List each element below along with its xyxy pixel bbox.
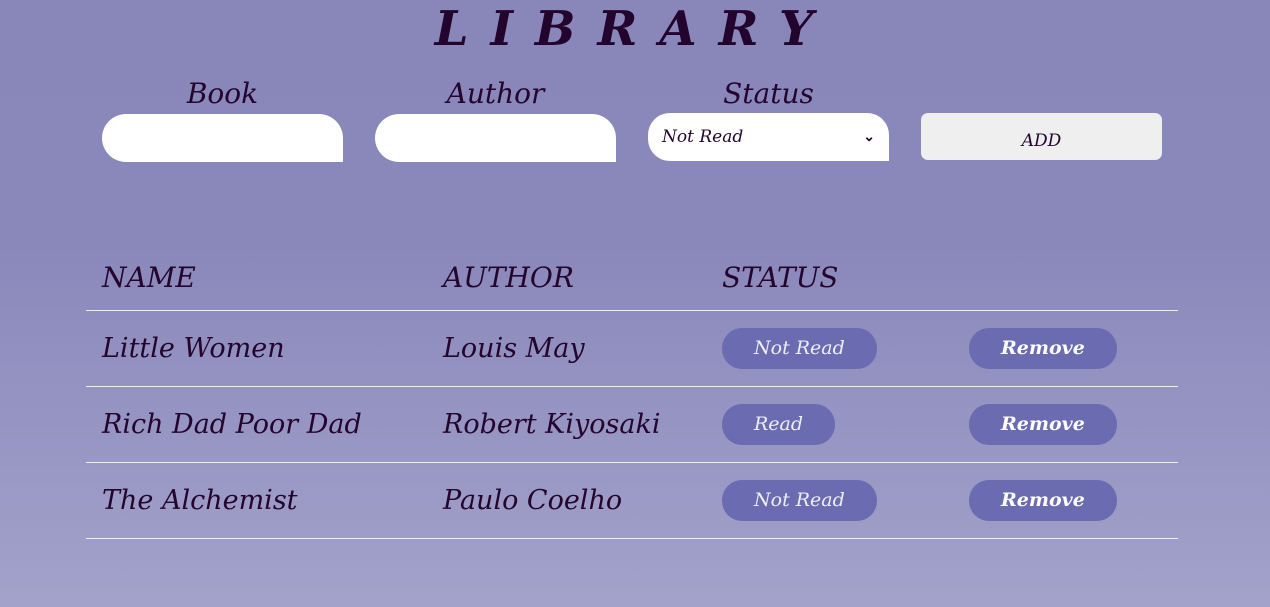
book-name: Rich Dad Poor Dad bbox=[86, 386, 427, 463]
remove-button[interactable]: Remove bbox=[969, 327, 1117, 369]
book-name: Little Women bbox=[86, 310, 427, 387]
add-button[interactable]: ADD bbox=[921, 113, 1162, 160]
author-label: Author bbox=[446, 77, 545, 110]
header-status: STATUS bbox=[706, 246, 953, 311]
book-label: Book bbox=[186, 77, 259, 110]
remove-button[interactable]: Remove bbox=[969, 479, 1117, 521]
status-cell: Not Read bbox=[706, 310, 953, 387]
action-cell: Remove bbox=[953, 386, 1178, 463]
header-author: AUTHOR bbox=[427, 246, 706, 311]
status-select[interactable]: Not Read ⌄ bbox=[648, 113, 889, 161]
author-input[interactable] bbox=[375, 114, 616, 162]
remove-button[interactable]: Remove bbox=[969, 403, 1117, 445]
page-title: LIBRARY bbox=[434, 1, 836, 57]
status-toggle-button[interactable]: Not Read bbox=[722, 327, 877, 369]
header-action bbox=[953, 246, 1178, 311]
chevron-down-icon: ⌄ bbox=[863, 129, 875, 145]
book-field: Book bbox=[102, 76, 343, 162]
table-row: Little Women Louis May Not Read Remove bbox=[86, 310, 1178, 387]
table-row: Rich Dad Poor Dad Robert Kiyosaki Read R… bbox=[86, 386, 1178, 463]
status-toggle-button[interactable]: Not Read bbox=[722, 479, 877, 521]
book-author: Louis May bbox=[427, 310, 706, 387]
add-book-form: Book Author Status Not Read ⌄ ADD bbox=[102, 76, 1162, 162]
book-name: The Alchemist bbox=[86, 462, 427, 539]
status-cell: Read bbox=[706, 386, 953, 463]
status-label: Status bbox=[723, 77, 814, 110]
action-cell: Remove bbox=[953, 462, 1178, 539]
status-toggle-button[interactable]: Read bbox=[722, 403, 836, 445]
book-author: Paulo Coelho bbox=[427, 462, 706, 539]
status-select-value: Not Read bbox=[662, 127, 744, 147]
book-input[interactable] bbox=[102, 114, 343, 162]
book-author: Robert Kiyosaki bbox=[427, 386, 706, 463]
table-header-row: NAME AUTHOR STATUS bbox=[86, 246, 1178, 311]
status-cell: Not Read bbox=[706, 462, 953, 539]
add-field: ADD bbox=[921, 76, 1162, 162]
header-name: NAME bbox=[86, 246, 427, 311]
status-field: Status Not Read ⌄ bbox=[648, 76, 889, 162]
books-table: NAME AUTHOR STATUS Little Women Louis Ma… bbox=[86, 246, 1178, 539]
action-cell: Remove bbox=[953, 310, 1178, 387]
author-field: Author bbox=[375, 76, 616, 162]
table-row: The Alchemist Paulo Coelho Not Read Remo… bbox=[86, 462, 1178, 539]
